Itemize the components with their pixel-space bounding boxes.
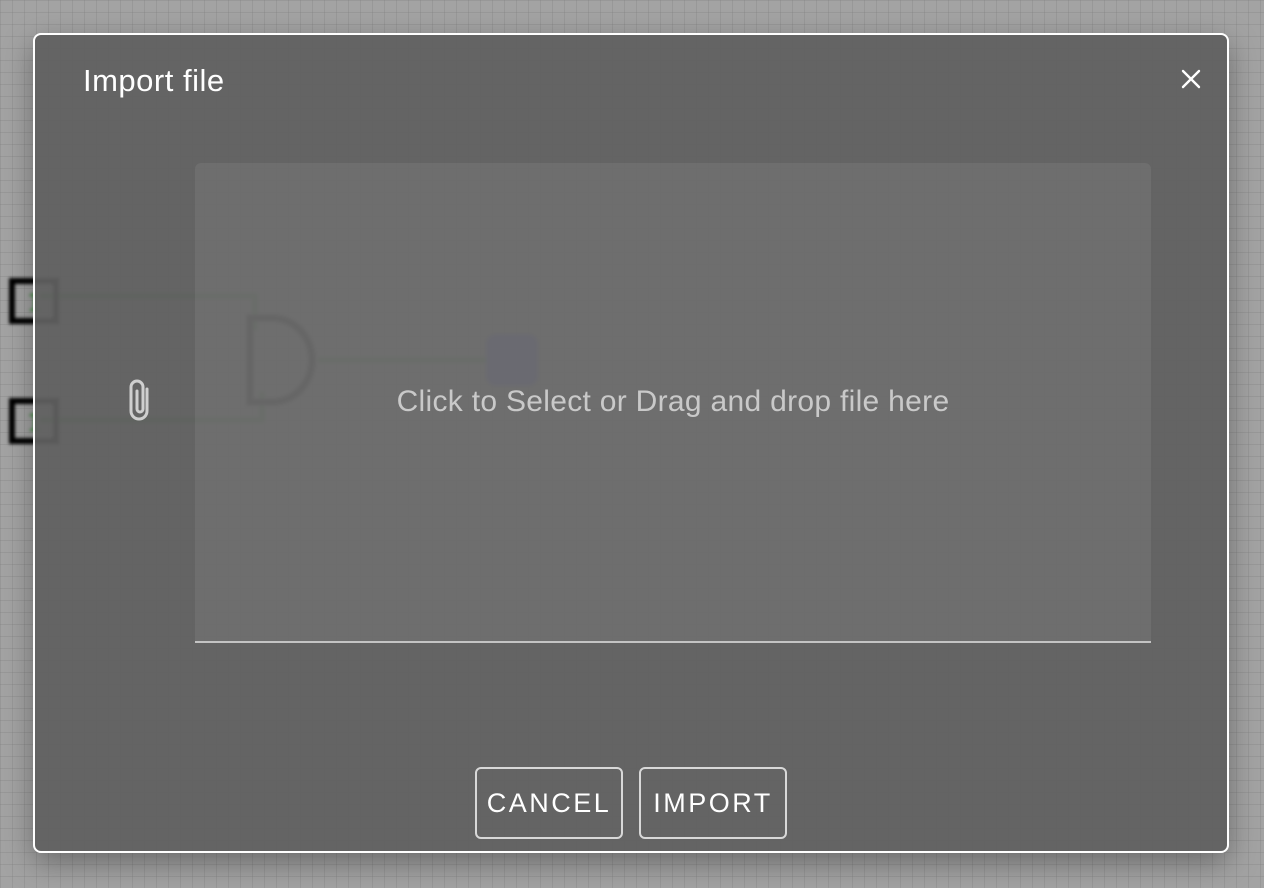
cancel-button[interactable]: CANCEL xyxy=(475,767,623,839)
close-button[interactable] xyxy=(1177,65,1205,93)
paperclip-icon[interactable] xyxy=(125,377,155,425)
import-file-dialog: Import file Click to Select or Drag and … xyxy=(33,33,1229,853)
import-button[interactable]: IMPORT xyxy=(639,767,787,839)
drop-zone-text: Click to Select or Drag and drop file he… xyxy=(396,385,950,418)
dialog-title: Import file xyxy=(83,63,225,98)
dialog-actions: CANCEL IMPORT xyxy=(35,767,1227,839)
file-drop-zone[interactable]: Click to Select or Drag and drop file he… xyxy=(195,163,1151,643)
close-icon xyxy=(1181,69,1201,89)
file-input: Click to Select or Drag and drop file he… xyxy=(105,163,1151,643)
